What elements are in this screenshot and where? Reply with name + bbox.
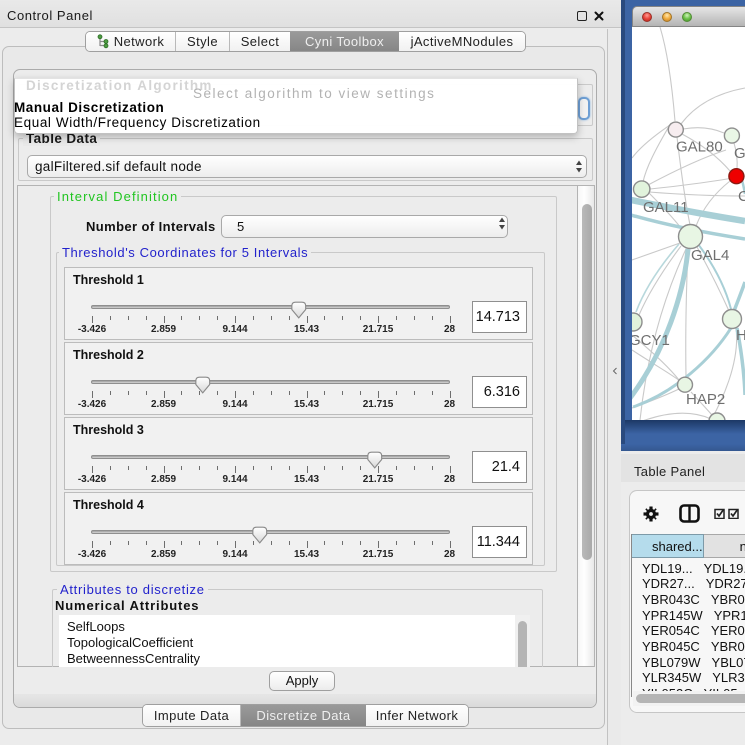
svg-text:C: C bbox=[738, 188, 745, 205]
svg-text:HAP2: HAP2 bbox=[686, 391, 725, 408]
svg-text:GA: GA bbox=[734, 145, 745, 162]
svg-text:GCY1: GCY1 bbox=[632, 332, 670, 349]
svg-text:GAL80: GAL80 bbox=[676, 139, 723, 156]
svg-text:GAL4: GAL4 bbox=[691, 247, 729, 264]
svg-text:GAL11: GAL11 bbox=[643, 199, 689, 216]
svg-text:H: H bbox=[736, 327, 745, 344]
